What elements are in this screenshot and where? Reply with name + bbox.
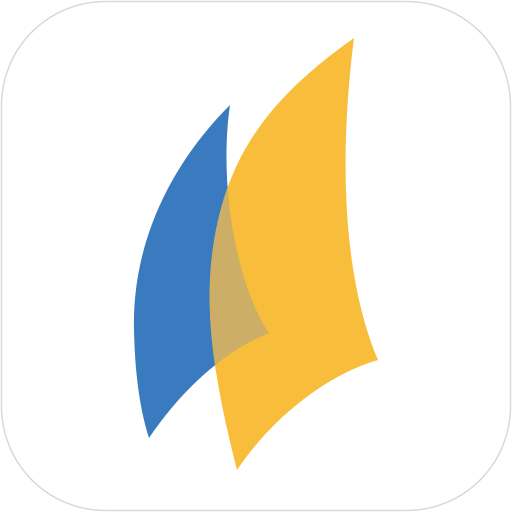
sails-app-icon[interactable]	[0, 0, 512, 512]
icon-canvas	[0, 0, 512, 512]
